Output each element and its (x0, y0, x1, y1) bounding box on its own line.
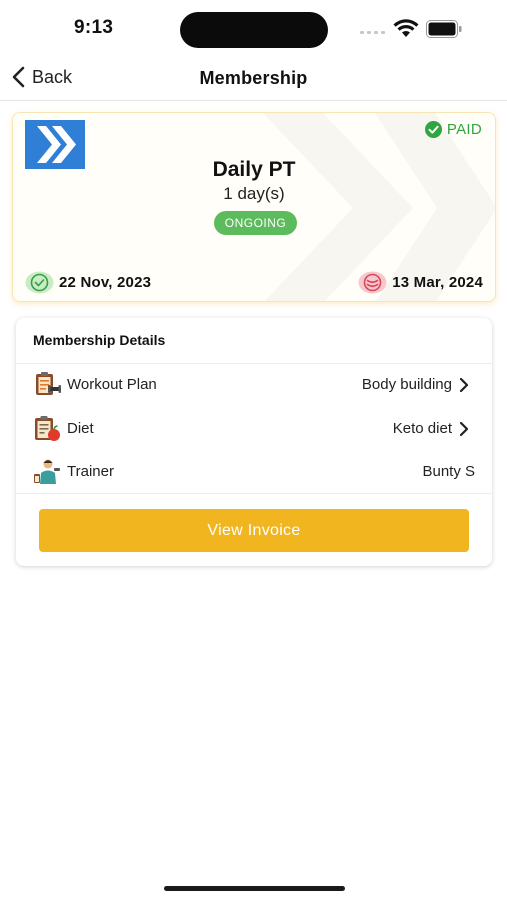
battery-icon (426, 20, 462, 38)
status-time: 9:13 (74, 17, 114, 38)
signal-icon (360, 31, 385, 34)
trainer-row: Trainer Bunty S (16, 452, 492, 492)
divider (16, 493, 492, 494)
start-date: 22 Nov, 2023 (25, 271, 151, 294)
dynamic-island (180, 12, 328, 48)
diet-label: Diet (67, 420, 94, 437)
chevron-right-icon (459, 421, 469, 437)
diet-row[interactable]: Diet Keto diet (16, 409, 492, 449)
end-date-text: 13 Mar, 2024 (392, 274, 483, 291)
divider (16, 363, 492, 364)
plan-duration: 1 day(s) (223, 184, 285, 203)
membership-card: PAID Daily PT 1 day(s) ONGOING 22 Nov, 2… (12, 112, 496, 302)
workout-plan-icon (36, 372, 61, 395)
workout-plan-row[interactable]: Workout Plan Body building (16, 365, 492, 405)
page-title: Membership (199, 68, 308, 88)
trainer-label: Trainer (67, 463, 114, 480)
diet-icon (35, 416, 60, 441)
diet-value: Keto diet (392, 420, 452, 437)
plan-name: Daily PT (212, 158, 296, 181)
paid-badge: PAID (424, 121, 482, 138)
end-date: 13 Mar, 2024 (358, 271, 483, 294)
clock-end-icon (358, 271, 387, 294)
chevron-right-icon (459, 377, 469, 393)
membership-details-card: Membership Details Workout Plan Body bui… (16, 318, 492, 566)
nav-bar: Back Membership (0, 58, 507, 101)
start-date-text: 22 Nov, 2023 (59, 274, 152, 291)
paid-label: PAID (446, 121, 482, 138)
workout-plan-label: Workout Plan (67, 376, 157, 393)
trainer-value: Bunty S (422, 463, 475, 480)
status-bar: 9:13 (0, 0, 507, 58)
clock-start-icon (25, 271, 54, 294)
workout-plan-value: Body building (361, 376, 452, 393)
trainer-icon (34, 459, 60, 484)
status-badge: ONGOING (214, 211, 297, 235)
wifi-icon (393, 19, 419, 37)
details-title: Membership Details (33, 332, 166, 348)
home-indicator[interactable] (164, 886, 345, 891)
check-circle-icon (424, 121, 442, 138)
view-invoice-button[interactable]: View Invoice (39, 509, 469, 552)
